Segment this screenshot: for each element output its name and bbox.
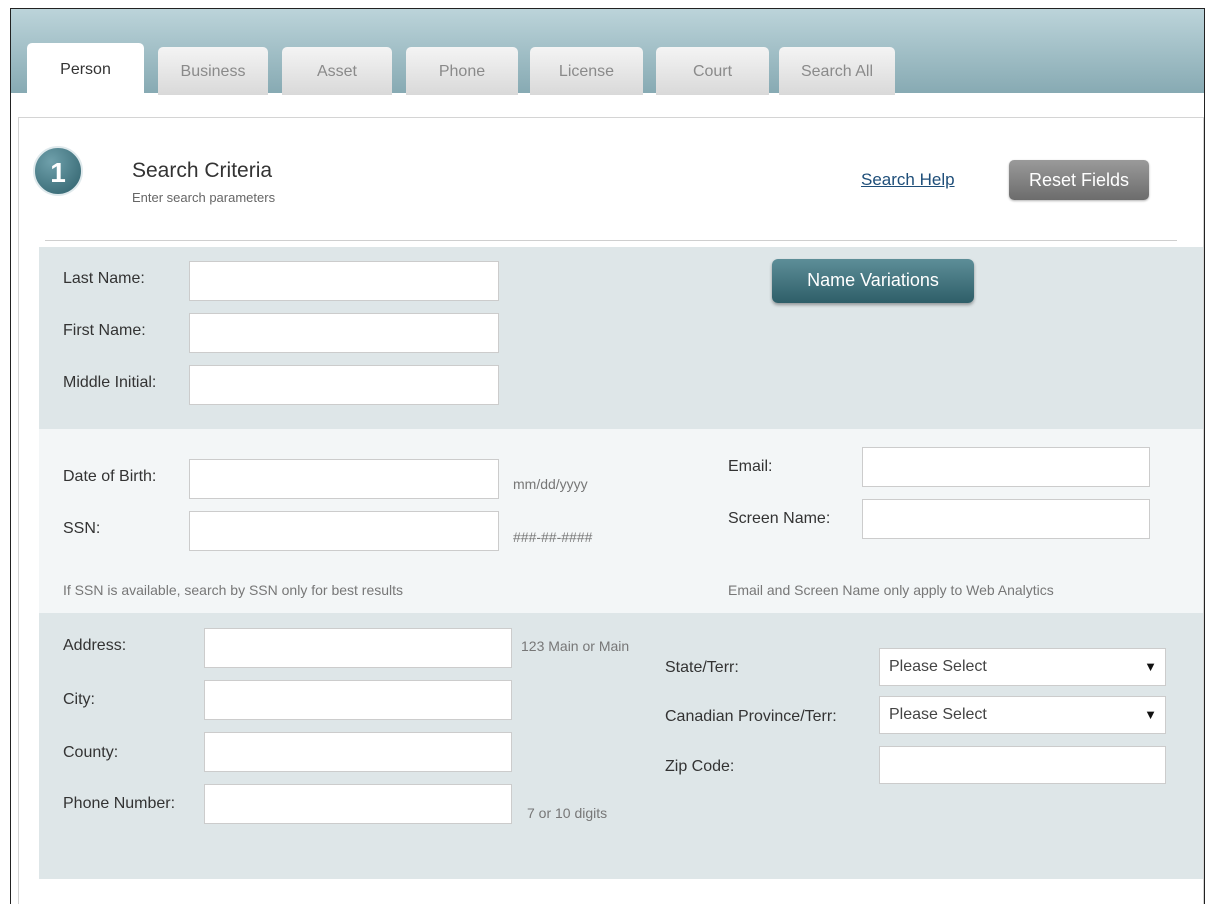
dob-input[interactable]	[189, 459, 499, 499]
step-number-badge: 1	[33, 146, 83, 196]
first-name-input[interactable]	[189, 313, 499, 353]
reset-fields-button[interactable]: Reset Fields	[1009, 160, 1149, 200]
ssn-label: SSN:	[63, 520, 101, 537]
section-subtitle: Enter search parameters	[132, 190, 276, 205]
name-variations-button[interactable]: Name Variations	[772, 259, 974, 303]
chevron-down-icon: ▼	[1144, 659, 1157, 674]
section-title: Search Criteria	[132, 159, 273, 182]
phone-hint: 7 or 10 digits	[527, 805, 608, 821]
zip-code-label: Zip Code:	[665, 758, 735, 775]
ssn-format-hint: ###-##-####	[513, 529, 593, 545]
name-section: Last Name: First Name: Middle Initial: N…	[39, 247, 1203, 429]
ssn-input[interactable]	[189, 511, 499, 551]
address-label: Address:	[63, 637, 127, 654]
screen-name-label: Screen Name:	[728, 510, 831, 527]
province-select-value: Please Select	[889, 706, 987, 723]
last-name-input[interactable]	[189, 261, 499, 301]
address-input[interactable]	[204, 628, 512, 668]
tab-license[interactable]: License	[530, 47, 643, 95]
screen-name-input[interactable]	[862, 499, 1150, 539]
first-name-label: First Name:	[63, 322, 146, 339]
tab-phone[interactable]: Phone	[406, 47, 518, 95]
province-select[interactable]: Please Select ▼	[879, 696, 1166, 734]
tab-search-all[interactable]: Search All	[779, 47, 895, 95]
web-analytics-note: Email and Screen Name only apply to Web …	[728, 582, 1054, 598]
search-panel: 1 Search Criteria Enter search parameter…	[18, 117, 1204, 904]
tab-court[interactable]: Court	[656, 47, 769, 95]
identity-section: Date of Birth: mm/dd/yyyy SSN: ###-##-##…	[39, 429, 1203, 613]
city-input[interactable]	[204, 680, 512, 720]
tab-asset[interactable]: Asset	[282, 47, 392, 95]
ssn-note: If SSN is available, search by SSN only …	[63, 582, 404, 598]
middle-initial-input[interactable]	[189, 365, 499, 405]
tab-person[interactable]: Person	[27, 43, 144, 97]
zip-code-input[interactable]	[879, 746, 1166, 784]
chevron-down-icon: ▼	[1144, 707, 1157, 722]
address-hint: 123 Main or Main	[521, 638, 630, 654]
city-label: City:	[63, 691, 95, 708]
search-help-link[interactable]: Search Help	[861, 170, 955, 190]
dob-label: Date of Birth:	[63, 468, 157, 485]
county-label: County:	[63, 744, 119, 761]
email-label: Email:	[728, 458, 773, 475]
header-divider	[45, 240, 1177, 241]
address-section: Address: 123 Main or Main City: County: …	[39, 613, 1203, 879]
phone-number-input[interactable]	[204, 784, 512, 824]
email-input[interactable]	[862, 447, 1150, 487]
phone-number-label: Phone Number:	[63, 795, 176, 812]
state-select[interactable]: Please Select ▼	[879, 648, 1166, 686]
search-window: Person Business Asset Phone License Cour…	[10, 8, 1205, 904]
last-name-label: Last Name:	[63, 270, 145, 287]
state-select-value: Please Select	[889, 658, 987, 675]
dob-format-hint: mm/dd/yyyy	[513, 476, 588, 492]
county-input[interactable]	[204, 732, 512, 772]
middle-initial-label: Middle Initial:	[63, 374, 157, 391]
tab-business[interactable]: Business	[158, 47, 268, 95]
province-label: Canadian Province/Terr:	[665, 708, 837, 725]
state-label: State/Terr:	[665, 659, 739, 676]
tab-bar: Person Business Asset Phone License Cour…	[11, 9, 1204, 97]
